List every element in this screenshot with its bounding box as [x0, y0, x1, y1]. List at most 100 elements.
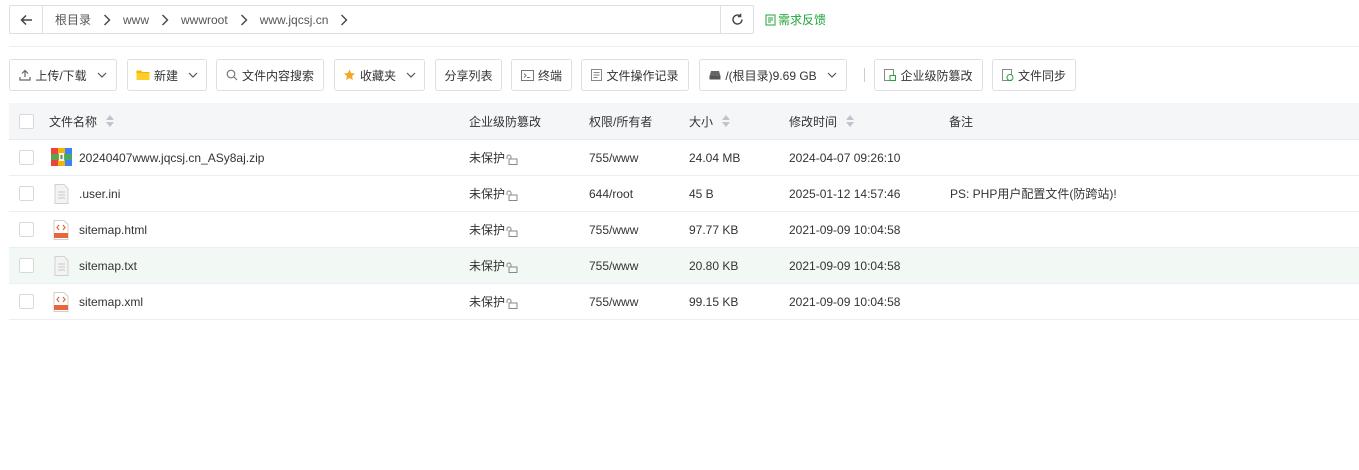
file-sync-button[interactable]: 文件同步	[992, 59, 1076, 91]
file-content-search-button[interactable]: 文件内容搜索	[216, 59, 324, 91]
modified-cell: 2021-09-09 10:04:58	[789, 212, 900, 247]
table-row[interactable]: sitemap.txt 未保护 755/www 20.80 KB 2021-09…	[9, 248, 1359, 284]
row-checkbox[interactable]	[19, 294, 34, 309]
header-name-label: 文件名称	[49, 114, 98, 129]
new-button[interactable]: 新建	[127, 59, 207, 91]
upload-download-button[interactable]: 上传/下载	[9, 59, 117, 91]
tamper-cell[interactable]: 未保护	[469, 212, 518, 247]
tamper-protection-button[interactable]: 企业级防篡改	[874, 59, 983, 91]
file-name-cell[interactable]: 20240407www.jqcsj.cn_ASy8aj.zip	[51, 140, 264, 175]
file-name[interactable]: sitemap.html	[79, 223, 147, 237]
chevron-right-icon[interactable]	[232, 14, 256, 26]
tamper-status: 未保护	[469, 259, 506, 273]
shield-document-icon	[884, 69, 897, 81]
permission-value: 755/www	[589, 258, 639, 273]
file-name[interactable]: 20240407www.jqcsj.cn_ASy8aj.zip	[79, 151, 264, 165]
sort-icon[interactable]	[722, 115, 731, 127]
breadcrumb-www[interactable]: www	[119, 13, 177, 27]
terminal-button[interactable]: 终端	[511, 59, 572, 91]
chevron-right-icon[interactable]	[153, 14, 177, 26]
new-label: 新建	[153, 68, 178, 83]
permission-cell[interactable]: 755/www	[589, 248, 638, 283]
permission-value: 644/root	[589, 186, 634, 201]
note-value: PS: PHP用户配置文件(防跨站)!	[950, 187, 1117, 201]
size-cell: 45 B	[689, 176, 714, 211]
divider	[9, 46, 1359, 47]
file-name[interactable]: .user.ini	[79, 187, 120, 201]
xml-file-icon	[51, 291, 72, 312]
modified-value: 2021-09-09 10:04:58	[789, 294, 901, 309]
note-cell[interactable]: PS: PHP用户配置文件(防跨站)!	[950, 176, 1117, 211]
tamper-cell[interactable]: 未保护	[469, 176, 518, 211]
modified-value: 2024-04-07 09:26:10	[789, 150, 901, 165]
modified-cell: 2024-04-07 09:26:10	[789, 140, 900, 175]
header-permission: 权限/所有者	[589, 103, 652, 139]
permission-cell[interactable]: 755/www	[589, 284, 638, 319]
header-size[interactable]: 大小	[689, 103, 731, 139]
size-cell: 99.15 KB	[689, 284, 738, 319]
share-list-label: 分享列表	[444, 68, 493, 83]
chevron-down-icon	[406, 72, 416, 78]
feedback-label: 需求反馈	[778, 13, 827, 27]
sort-icon[interactable]	[106, 115, 115, 127]
html-file-icon	[51, 219, 72, 240]
row-checkbox[interactable]	[19, 222, 34, 237]
file-name[interactable]: sitemap.txt	[79, 259, 137, 273]
sort-icon[interactable]	[846, 115, 855, 127]
permission-cell[interactable]: 644/root	[589, 176, 633, 211]
chevron-right-icon[interactable]	[332, 14, 356, 26]
size-value: 97.77 KB	[689, 222, 739, 237]
table-header: 文件名称 企业级防篡改 权限/所有者 大小 修改时间 备注	[9, 103, 1359, 140]
feedback-icon	[765, 14, 776, 25]
table-row[interactable]: sitemap.html 未保护 755/www 97.77 KB 2021-0…	[9, 212, 1359, 248]
disk-icon	[709, 70, 721, 80]
share-list-button[interactable]: 分享列表	[435, 59, 502, 91]
back-button[interactable]	[10, 6, 43, 33]
table-row[interactable]: .user.ini 未保护 644/root 45 B 2025-01-12 1…	[9, 176, 1359, 212]
folder-icon	[136, 69, 150, 81]
file-name-cell[interactable]: sitemap.xml	[51, 284, 143, 319]
file-name[interactable]: sitemap.xml	[79, 295, 143, 309]
header-name[interactable]: 文件名称	[49, 103, 115, 139]
upload-icon	[19, 69, 31, 81]
feedback-link[interactable]: 需求反馈	[765, 11, 826, 28]
permission-value: 755/www	[589, 294, 639, 309]
file-operation-log-button[interactable]: 文件操作记录	[581, 59, 689, 91]
breadcrumb-wwwroot[interactable]: wwwroot	[177, 13, 256, 27]
breadcrumb-label: www.jqcsj.cn	[259, 12, 329, 27]
breadcrumb-site[interactable]: www.jqcsj.cn	[256, 13, 357, 27]
size-value: 45 B	[689, 186, 714, 201]
modified-cell: 2021-09-09 10:04:58	[789, 284, 900, 319]
tamper-status: 未保护	[469, 295, 506, 309]
favorites-button[interactable]: 收藏夹	[334, 59, 425, 91]
tamper-cell[interactable]: 未保护	[469, 284, 518, 319]
document-icon	[591, 69, 603, 81]
ini-file-icon	[51, 183, 72, 204]
unlock-icon	[506, 298, 518, 309]
row-checkbox[interactable]	[19, 150, 34, 165]
tamper-protection-label: 企业级防篡改	[900, 68, 973, 83]
tamper-cell[interactable]: 未保护	[469, 140, 518, 175]
terminal-label: 终端	[537, 68, 562, 83]
permission-cell[interactable]: 755/www	[589, 212, 638, 247]
file-operation-log-label: 文件操作记录	[606, 68, 679, 83]
permission-cell[interactable]: 755/www	[589, 140, 638, 175]
file-content-search-label: 文件内容搜索	[241, 68, 314, 83]
file-name-cell[interactable]: sitemap.txt	[51, 248, 137, 283]
unlock-icon	[506, 226, 518, 237]
header-note-label: 备注	[949, 114, 974, 129]
table-row[interactable]: sitemap.xml 未保护 755/www 99.15 KB 2021-09…	[9, 284, 1359, 320]
row-checkbox[interactable]	[19, 186, 34, 201]
row-checkbox[interactable]	[19, 258, 34, 273]
breadcrumb: 根目录 www wwwroot www.jqcsj.cn	[43, 6, 720, 33]
breadcrumb-root[interactable]: 根目录	[51, 11, 119, 28]
tamper-cell[interactable]: 未保护	[469, 248, 518, 283]
table-row[interactable]: 20240407www.jqcsj.cn_ASy8aj.zip 未保护 755/…	[9, 140, 1359, 176]
disk-select-button[interactable]: /(根目录)9.69 GB	[699, 59, 847, 91]
refresh-button[interactable]	[720, 6, 753, 33]
select-all-checkbox[interactable]	[19, 114, 34, 129]
file-name-cell[interactable]: sitemap.html	[51, 212, 147, 247]
chevron-right-icon[interactable]	[95, 14, 119, 26]
file-name-cell[interactable]: .user.ini	[51, 176, 120, 211]
header-modified[interactable]: 修改时间	[789, 103, 855, 139]
